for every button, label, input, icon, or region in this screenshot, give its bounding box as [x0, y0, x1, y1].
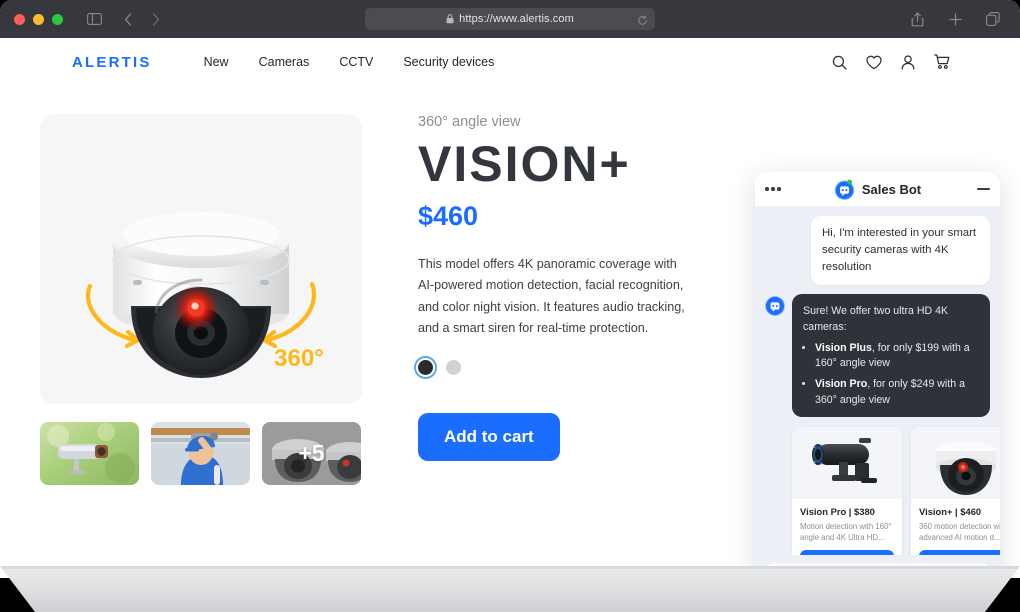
product-info: 360° angle view VISION+ $460 This model …: [418, 114, 688, 462]
product-card-carousel[interactable]: Vision Pro | $380 Motion detection with …: [792, 427, 1000, 555]
main-navigation: New Cameras CCTV Security devices: [204, 55, 495, 69]
device-frame: https://www.alertis.com ALERTIS New Came…: [0, 0, 1020, 612]
account-icon[interactable]: [901, 54, 915, 70]
svg-text:360°: 360°: [274, 345, 324, 372]
bot-list-item-bold: Vision Plus: [815, 341, 872, 354]
variant-selector: [418, 360, 688, 376]
product-card-description: 360 motion detection with advanced AI mo…: [919, 522, 1000, 543]
site-header: ALERTIS New Cameras CCTV Security device…: [0, 38, 1020, 86]
heart-icon[interactable]: [866, 55, 882, 70]
close-window-button[interactable]: [14, 13, 25, 25]
chat-message-bot: Sure! We offer two ultra HD 4K cameras: …: [792, 294, 990, 418]
chatbot-avatar-icon: [834, 179, 855, 200]
product-angle-view: 360° angle view: [418, 114, 521, 130]
share-icon[interactable]: [906, 8, 928, 30]
url-text: https://www.alertis.com: [459, 13, 574, 25]
bullet-camera-image: [792, 427, 902, 500]
add-to-cart-button[interactable]: Add to cart: [418, 413, 560, 462]
minimize-window-button[interactable]: [33, 13, 44, 25]
product-description: This model offers 4K panoramic coverage …: [418, 256, 685, 336]
more-options-icon[interactable]: [765, 187, 781, 191]
variant-black[interactable]: [418, 360, 433, 376]
chatbot-avatar-icon: [765, 296, 785, 317]
product-price: $460: [418, 200, 479, 231]
thumbnail-strip: +5: [40, 422, 362, 485]
reload-icon[interactable]: [637, 13, 648, 31]
chat-header: Sales Bot: [755, 172, 1000, 206]
dome-camera-image: [911, 427, 1000, 500]
nav-item-cameras[interactable]: Cameras: [259, 55, 310, 69]
bot-list-item: Vision Pro, for only $249 with a 360° an…: [815, 377, 979, 408]
window-controls[interactable]: [14, 13, 63, 25]
bot-message-list: Vision Plus, for only $199 with a 160° a…: [815, 341, 979, 409]
chat-message-bot-row: Sure! We offer two ultra HD 4K cameras: …: [765, 294, 990, 418]
thumbnail-more-label: +5: [298, 440, 325, 466]
back-button[interactable]: [117, 8, 139, 30]
browser-window: https://www.alertis.com ALERTIS New Came…: [0, 0, 1020, 578]
nav-item-new[interactable]: New: [204, 55, 229, 69]
product-card-add-to-cart-button[interactable]: Add to cart: [919, 550, 1000, 555]
variant-gray[interactable]: [446, 360, 461, 376]
product-page: 360° +5 360° angle view VISION+ $460 Thi…: [0, 86, 1020, 578]
tabs-overview-icon[interactable]: [982, 8, 1004, 30]
product-card-add-to-cart-button[interactable]: Add to cart: [800, 550, 894, 555]
chat-widget: Sales Bot Hi, I'm interested in your sma…: [755, 172, 1000, 578]
nav-item-cctv[interactable]: CCTV: [339, 55, 373, 69]
product-gallery: 360° +5: [40, 114, 362, 485]
bot-list-item: Vision Plus, for only $199 with a 160° a…: [815, 341, 979, 372]
thumbnail-installer[interactable]: [151, 422, 250, 485]
browser-chrome: https://www.alertis.com: [0, 0, 1020, 38]
dome-camera-illustration: 360°: [85, 212, 324, 378]
new-tab-button[interactable]: [944, 8, 966, 30]
page-title: VISION+: [418, 136, 631, 192]
header-icon-group: [832, 54, 950, 70]
cart-icon[interactable]: [934, 54, 950, 70]
product-card-title: Vision+ | $460: [919, 506, 982, 518]
laptop-base: [0, 566, 1020, 612]
product-card-vision-pro[interactable]: Vision Pro | $380 Motion detection with …: [792, 427, 902, 555]
lock-icon: [446, 14, 454, 24]
chat-title: Sales Bot: [861, 181, 922, 197]
maximize-window-button[interactable]: [52, 13, 63, 25]
hero-image[interactable]: 360°: [40, 114, 362, 404]
sidebar-toggle-icon[interactable]: [83, 8, 105, 30]
product-card-title: Vision Pro | $380: [800, 506, 875, 518]
product-card-body: Vision+ | $460 360 motion detection with…: [911, 499, 1000, 555]
product-card-body: Vision Pro | $380 Motion detection with …: [792, 499, 902, 555]
chat-message-user: Hi, I'm interested in your smart securit…: [811, 216, 990, 286]
address-bar[interactable]: https://www.alertis.com: [365, 8, 655, 30]
minimize-icon[interactable]: [977, 188, 990, 190]
nav-item-security-devices[interactable]: Security devices: [403, 55, 494, 69]
forward-button[interactable]: [145, 8, 167, 30]
thumbnail-more[interactable]: +5: [262, 422, 361, 485]
search-icon[interactable]: [832, 55, 847, 70]
bot-list-item-bold: Vision Pro: [815, 377, 868, 390]
bot-message-intro: Sure! We offer two ultra HD 4K cameras:: [803, 305, 949, 334]
product-card-vision-plus[interactable]: Vision+ | $460 360 motion detection with…: [911, 427, 1000, 555]
chat-message-list: Hi, I'm interested in your smart securit…: [755, 206, 1000, 555]
site-logo[interactable]: ALERTIS: [72, 54, 152, 71]
thumbnail-bullet-camera[interactable]: [40, 422, 139, 485]
product-card-description: Motion detection with 160° angle and 4K …: [800, 522, 892, 543]
